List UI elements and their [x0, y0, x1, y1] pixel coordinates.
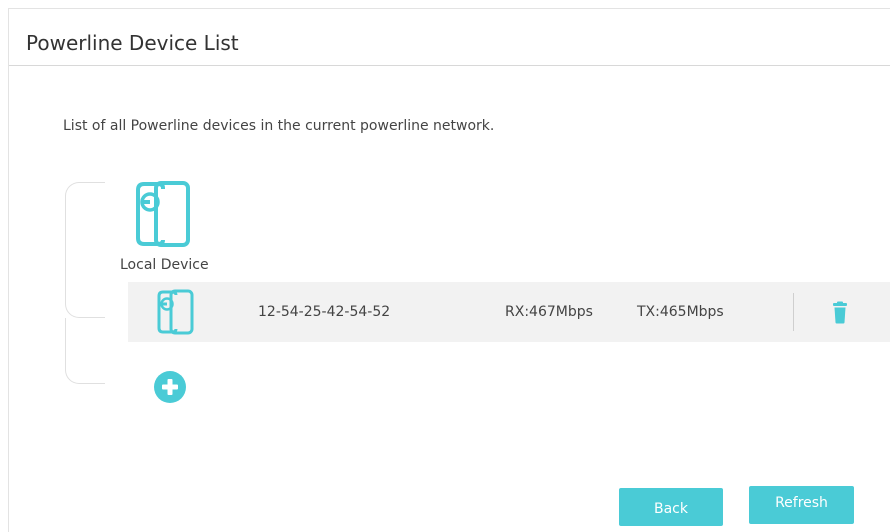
local-device-icon: [134, 180, 192, 250]
add-device-button[interactable]: [153, 370, 187, 404]
powerline-adapter-icon: [157, 289, 194, 335]
powerline-adapter-icon: [136, 181, 190, 247]
device-icon: [156, 289, 196, 335]
title-divider: [9, 65, 890, 66]
page-description: List of all Powerline devices in the cur…: [63, 118, 495, 134]
trash-icon: [833, 301, 847, 324]
device-rx-rate: RX:467Mbps: [505, 304, 593, 320]
plus-circle-icon: [154, 371, 186, 403]
local-device-label: Local Device: [120, 257, 209, 273]
refresh-button[interactable]: Refresh: [749, 486, 854, 524]
table-row: 12-54-25-42-54-52 RX:467Mbps TX:465Mbps: [128, 282, 890, 342]
row-divider: [793, 293, 794, 331]
device-mac-address: 12-54-25-42-54-52: [258, 304, 391, 320]
delete-device-button[interactable]: [828, 301, 852, 325]
tree-connector: [65, 182, 105, 318]
device-tx-rate: TX:465Mbps: [637, 304, 724, 320]
tree-connector: [65, 318, 105, 384]
page-title: Powerline Device List: [26, 31, 239, 55]
back-button[interactable]: Back: [619, 488, 723, 526]
